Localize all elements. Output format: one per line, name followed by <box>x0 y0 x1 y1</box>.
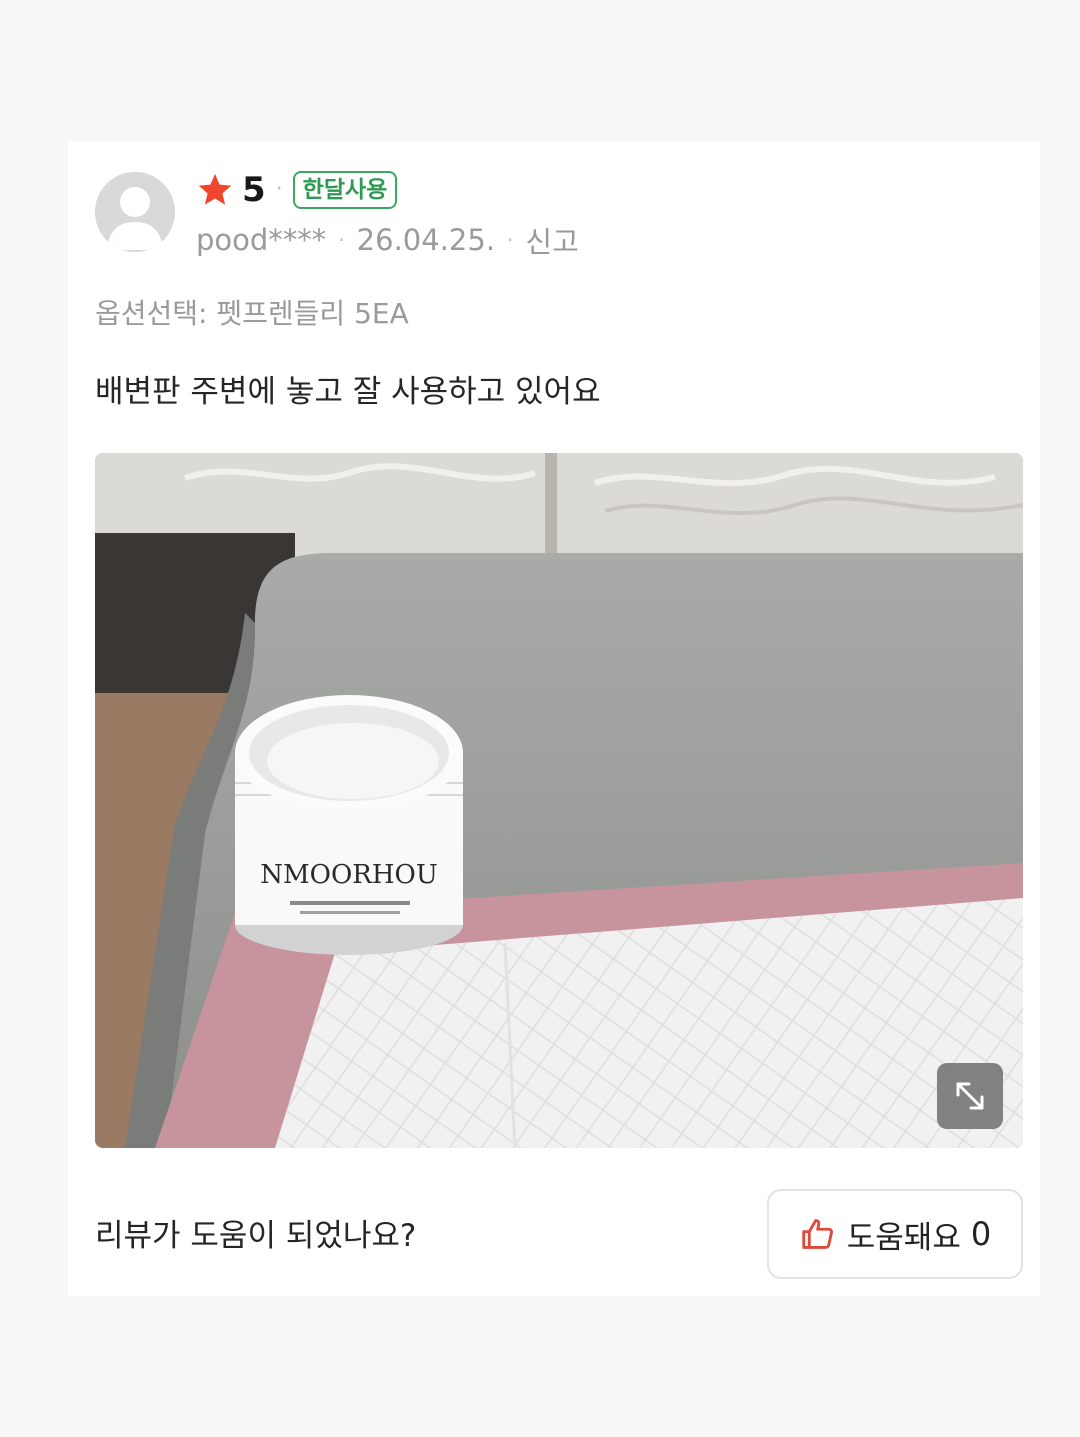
review-content: 배변판 주변에 놓고 잘 사용하고 있어요 <box>95 374 601 410</box>
helpful-label: 도움돼요 <box>846 1219 961 1256</box>
review-meta: pood**** · 26.04.25. · 신고 <box>196 220 579 260</box>
separator-dot: · <box>507 228 514 252</box>
review-date: 26.04.25. <box>356 223 496 257</box>
report-link[interactable]: 신고 <box>525 219 578 261</box>
review-photo[interactable]: NMOORHOU <box>95 453 1023 1148</box>
helpful-count: 0 <box>970 1215 992 1253</box>
rating-value: 5 <box>242 170 266 210</box>
separator-dot: · <box>275 177 283 202</box>
helpful-question: 리뷰가 도움이 되었나요? <box>95 1218 417 1254</box>
usage-badge: 한달사용 <box>292 171 398 209</box>
rating-row: 5 · 한달사용 <box>196 168 398 212</box>
option-selection: 옵션선택: 펫프렌들리 5EA <box>95 297 409 330</box>
thumbs-up-icon <box>802 1219 833 1249</box>
username: pood**** <box>196 223 327 257</box>
star-icon <box>198 173 232 205</box>
product-logo-text: NMOORHOU <box>260 860 437 890</box>
expand-button[interactable] <box>937 1063 1003 1129</box>
separator-dot: · <box>338 228 345 252</box>
expand-icon <box>956 1082 984 1110</box>
user-avatar-icon <box>95 172 175 252</box>
helpful-button[interactable]: 도움돼요 0 <box>767 1189 1023 1279</box>
